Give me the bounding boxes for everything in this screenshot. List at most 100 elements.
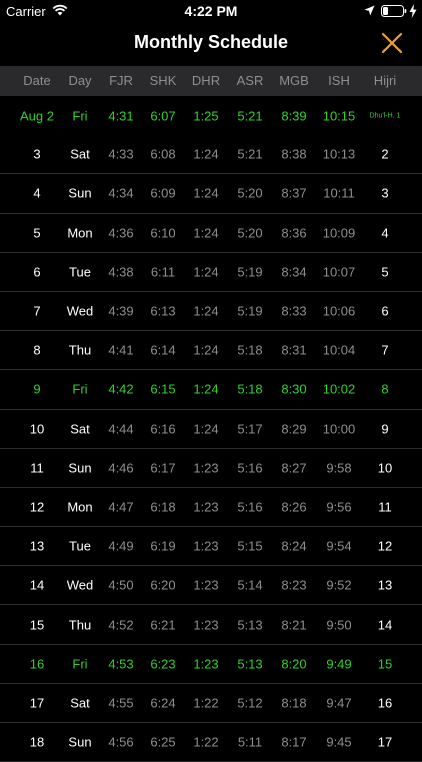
dhr-time-cell: 1:22: [193, 695, 219, 711]
date-cell: 6: [33, 264, 41, 280]
mgb-time-cell: 8:34: [281, 264, 307, 280]
asr-time-cell: 5:19: [237, 303, 263, 319]
asr-time-cell: 5:14: [237, 577, 263, 593]
shk-time-cell: 6:14: [150, 342, 176, 358]
shk-time-cell: 6:13: [150, 303, 176, 319]
ish-time-cell: 10:06: [322, 303, 356, 319]
close-button[interactable]: [376, 30, 408, 58]
mgb-time-cell: 8:29: [281, 421, 307, 437]
hijri-cell: 5: [381, 264, 389, 280]
hijri-cell: 6: [381, 303, 389, 319]
date-cell: 18: [29, 734, 45, 750]
column-header-fjr: FJR: [109, 73, 133, 88]
day-cell: Mon: [67, 225, 93, 241]
day-cell: Tue: [69, 264, 91, 280]
asr-time-cell: 5:20: [237, 185, 263, 201]
shk-time-cell: 6:19: [150, 538, 176, 554]
date-cell: 5: [33, 225, 41, 241]
schedule-table: Aug 2 Fri 4:31 6:07 1:25 5:21 8:39 10:15 Dhu'l-H…: [0, 96, 422, 762]
table-row: 3 Sat 4:33 6:08 1:24 5:21 8:38 10:13 2: [0, 135, 422, 175]
dhr-time-cell: 1:25: [193, 108, 219, 124]
fjr-time-cell: 4:56: [108, 734, 134, 750]
dhr-time-cell: 1:24: [193, 225, 219, 241]
shk-time-cell: 6:23: [150, 656, 176, 672]
dhr-time-cell: 1:24: [193, 264, 219, 280]
asr-time-cell: 5:12: [237, 695, 263, 711]
fjr-time-cell: 4:41: [108, 342, 134, 358]
day-cell: Sun: [68, 460, 92, 476]
date-cell: 12: [29, 499, 45, 515]
table-row: 12 Mon 4:47 6:18 1:23 5:16 8:26 9:56 11: [0, 488, 422, 528]
day-cell: Sat: [70, 146, 90, 162]
ish-time-cell: 10:13: [322, 146, 356, 162]
shk-time-cell: 6:11: [150, 264, 176, 280]
ish-time-cell: 9:56: [326, 499, 352, 515]
hijri-cell: 2: [381, 146, 389, 162]
ish-time-cell: 9:47: [326, 695, 352, 711]
mgb-time-cell: 8:36: [281, 225, 307, 241]
mgb-time-cell: 8:30: [281, 381, 307, 397]
asr-time-cell: 5:18: [237, 381, 263, 397]
fjr-time-cell: 4:46: [108, 460, 134, 476]
table-row: 14 Wed 4:50 6:20 1:23 5:14 8:23 9:52 13: [0, 566, 422, 606]
hijri-cell: 13: [377, 577, 393, 593]
fjr-time-cell: 4:55: [108, 695, 134, 711]
shk-time-cell: 6:20: [150, 577, 176, 593]
table-row: 9 Fri 4:42 6:15 1:24 5:18 8:30 10:02 8: [0, 370, 422, 410]
fjr-time-cell: 4:38: [108, 264, 134, 280]
day-cell: Fri: [72, 381, 88, 397]
charging-bolt-icon: [409, 4, 417, 18]
mgb-time-cell: 8:27: [281, 460, 307, 476]
dhr-time-cell: 1:24: [193, 185, 219, 201]
dhr-time-cell: 1:23: [193, 460, 219, 476]
column-header-dhr: DHR: [191, 73, 221, 88]
hijri-cell: 8: [381, 381, 389, 397]
mgb-time-cell: 8:33: [281, 303, 307, 319]
mgb-time-cell: 8:39: [281, 108, 307, 124]
dhr-time-cell: 1:23: [193, 656, 219, 672]
dhr-time-cell: 1:24: [193, 303, 219, 319]
ish-time-cell: 9:50: [326, 617, 352, 633]
mgb-time-cell: 8:18: [281, 695, 307, 711]
page-title: Monthly Schedule: [133, 32, 288, 52]
day-cell: Sun: [68, 185, 92, 201]
fjr-time-cell: 4:44: [108, 421, 134, 437]
hijri-cell: 17: [377, 734, 393, 750]
column-header-day: Day: [68, 73, 92, 88]
navigation-bar: Monthly Schedule: [0, 22, 422, 66]
date-cell: 4: [33, 185, 41, 201]
dhr-time-cell: 1:24: [193, 146, 219, 162]
mgb-time-cell: 8:21: [281, 617, 307, 633]
date-cell: Aug 2: [20, 108, 54, 124]
mgb-time-cell: 8:26: [281, 499, 307, 515]
day-cell: Mon: [67, 499, 93, 515]
ish-time-cell: 10:00: [322, 421, 356, 437]
date-cell: 16: [29, 656, 45, 672]
table-row: 6 Tue 4:38 6:11 1:24 5:19 8:34 10:07 5: [0, 253, 422, 292]
hijri-cell: Dhu'l-H. 1: [369, 112, 401, 120]
hijri-cell: 4: [381, 225, 389, 241]
fjr-time-cell: 4:47: [108, 499, 134, 515]
shk-time-cell: 6:15: [150, 381, 176, 397]
ish-time-cell: 10:11: [323, 185, 355, 201]
dhr-time-cell: 1:23: [193, 499, 219, 515]
column-header-row: Date Day FJR SHK DHR ASR MGB ISH Hijri: [0, 66, 422, 96]
asr-time-cell: 5:20: [237, 225, 263, 241]
mgb-time-cell: 8:37: [281, 185, 307, 201]
column-header-ish: ISH: [328, 73, 350, 88]
asr-time-cell: 5:21: [237, 146, 263, 162]
table-row: 5 Mon 4:36 6:10 1:24 5:20 8:36 10:09 4: [0, 214, 422, 253]
asr-time-cell: 5:15: [237, 538, 263, 554]
dhr-time-cell: 1:24: [193, 342, 219, 358]
ish-time-cell: 10:15: [322, 108, 356, 124]
date-cell: 7: [33, 303, 41, 319]
date-cell: 17: [29, 695, 45, 711]
fjr-time-cell: 4:31: [108, 108, 134, 124]
ish-time-cell: 10:09: [322, 225, 356, 241]
dhr-time-cell: 1:23: [193, 538, 219, 554]
ish-time-cell: 9:54: [326, 538, 352, 554]
ish-time-cell: 9:52: [326, 577, 352, 593]
date-cell: 3: [33, 146, 41, 162]
hijri-cell: 3: [381, 185, 389, 201]
mgb-time-cell: 8:38: [281, 146, 307, 162]
